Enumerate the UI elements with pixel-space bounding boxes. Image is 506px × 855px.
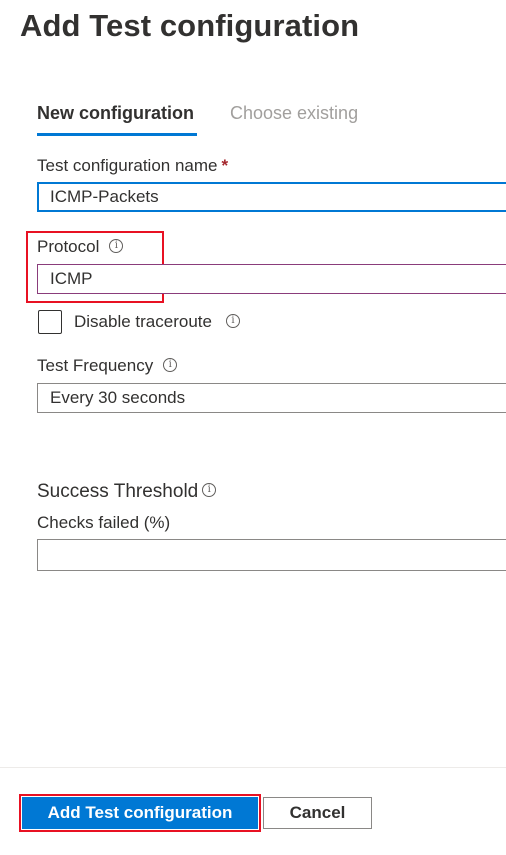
disable-traceroute-label-text: Disable traceroute (74, 312, 212, 331)
test-frequency-label: Test Frequency i (37, 356, 178, 376)
test-frequency-select[interactable]: Every 30 seconds (37, 383, 506, 413)
info-icon[interactable]: i (202, 482, 217, 497)
config-name-input[interactable]: ICMP-Packets (37, 182, 506, 212)
add-test-configuration-panel: Add Test configuration New configuration… (0, 0, 506, 855)
info-icon[interactable]: i (225, 313, 240, 328)
config-name-label-text: Test configuration name (37, 156, 218, 175)
tab-new-configuration[interactable]: New configuration (37, 103, 194, 132)
disable-traceroute-checkbox[interactable] (38, 310, 62, 334)
protocol-select[interactable]: ICMP (37, 264, 506, 294)
config-name-label: Test configuration name * (37, 156, 228, 176)
active-tab-indicator (37, 133, 197, 136)
disable-traceroute-label: Disable traceroute i (74, 312, 240, 332)
checks-failed-label: Checks failed (%) (37, 513, 171, 532)
cancel-button[interactable]: Cancel (263, 797, 372, 829)
success-threshold-heading-text: Success Threshold (37, 481, 199, 502)
test-frequency-label-text: Test Frequency (37, 356, 154, 375)
info-icon[interactable]: i (109, 238, 124, 253)
info-icon[interactable]: i (163, 357, 178, 372)
page-title: Add Test configuration (20, 8, 360, 43)
add-test-configuration-button[interactable]: Add Test configuration (22, 797, 258, 829)
tab-choose-existing[interactable]: Choose existing (230, 103, 358, 124)
protocol-label: Protocol i (37, 237, 124, 257)
protocol-label-text: Protocol (37, 237, 100, 256)
checks-failed-input[interactable] (37, 539, 506, 571)
required-marker: * (221, 156, 229, 175)
footer-divider (0, 767, 506, 768)
success-threshold-heading: Success Threshold i (37, 481, 217, 503)
